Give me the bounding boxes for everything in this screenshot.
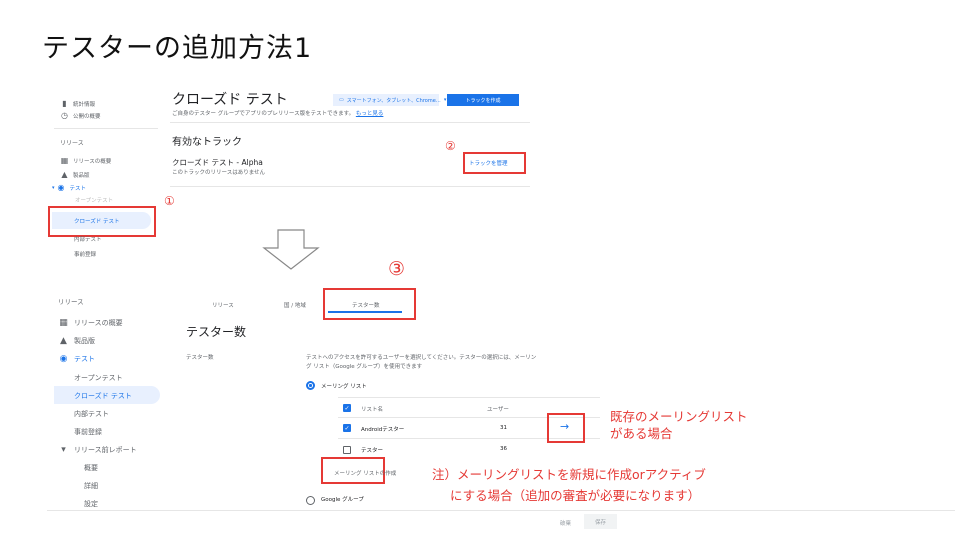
footer-divider xyxy=(47,510,955,511)
sidebar-subitem-closed-testing[interactable]: クローズド テスト xyxy=(74,391,132,401)
testing-icon: ◉ xyxy=(57,183,65,192)
sidebar-item-label: 製品版 xyxy=(74,337,95,345)
instructions-line-2: グ リスト（Google グループ）を使用できます xyxy=(306,364,423,370)
grid-icon: ▦ xyxy=(60,156,69,165)
email-list-radio[interactable] xyxy=(306,381,315,390)
sidebar-item-production[interactable]: ▲ 製品版 xyxy=(58,336,95,346)
bar-chart-icon: ▮ xyxy=(62,99,67,108)
sidebar-subitem-overview[interactable]: 概要 xyxy=(84,463,98,473)
sidebar-item-release-overview[interactable]: ▦ リリースの概要 xyxy=(58,318,123,328)
annotation-number-1: ① xyxy=(164,194,175,208)
testers-heading: テスター数 xyxy=(186,325,247,339)
annotation-note-line-1: 注）メーリングリストを新規に作成orアクティブ xyxy=(432,467,706,482)
sidebar-item-label: テスト xyxy=(69,185,87,192)
bundle-icon: ▲ xyxy=(61,170,68,179)
create-email-list-button[interactable]: メーリング リストの作成 xyxy=(334,469,396,477)
tab-release[interactable]: リリース xyxy=(212,301,234,309)
divider xyxy=(54,128,158,129)
sidebar-item-statistics[interactable]: ▮ 統計情報 xyxy=(60,99,95,108)
sidebar-subitem-pre-registration[interactable]: 事前登録 xyxy=(74,250,96,258)
sidebar-item-label: 製品版 xyxy=(73,172,90,179)
annotation-number-2: ② xyxy=(445,139,456,153)
annotation-note-line-2: にする場合（追加の審査が必要になります） xyxy=(450,488,701,503)
arrow-right-icon: → xyxy=(560,420,570,433)
device-filter-dropdown[interactable]: ▭ スマートフォン、タブレット、Chrome… ▾ xyxy=(333,94,446,106)
track-name: クローズド テスト - Alpha xyxy=(172,158,263,167)
sidebar-subitem-open-testing[interactable]: オープンテスト xyxy=(74,373,123,383)
caret-down-icon: ▾ xyxy=(52,184,55,191)
annotation-number-3: ③ xyxy=(388,258,406,280)
google-group-radio[interactable] xyxy=(306,496,315,505)
sidebar-item-label: 統計情報 xyxy=(73,101,96,108)
down-arrow-icon xyxy=(262,229,320,270)
sidebar-item-testing[interactable]: ▾ ◉ テスト xyxy=(52,183,86,192)
sidebar-item-label: リリース前レポート xyxy=(74,446,137,454)
sidebar-subitem-internal-testing[interactable]: 内部テスト xyxy=(74,409,109,419)
save-button[interactable]: 保存 xyxy=(584,514,617,529)
device-icon: ▭ xyxy=(339,97,344,103)
annotation-box-1 xyxy=(48,206,156,237)
slide-title: テスターの追加方法1 xyxy=(42,33,313,64)
tab-countries[interactable]: 国 / 地域 xyxy=(284,301,306,309)
sidebar-subitem-settings[interactable]: 設定 xyxy=(84,499,98,509)
select-all-checkbox[interactable]: ✓ xyxy=(343,404,351,412)
sidebar-subitem-internal-testing[interactable]: 内部テスト xyxy=(74,235,102,243)
list-name-testers: テスター xyxy=(361,448,384,454)
bundle-icon: ▲ xyxy=(60,336,67,346)
divider xyxy=(170,186,530,187)
sidebar-section-release: リリース xyxy=(60,140,84,147)
create-track-button[interactable]: トラックを作成 xyxy=(447,94,519,106)
google-group-option-label: Google グループ xyxy=(321,497,364,503)
table-divider xyxy=(338,397,600,398)
sidebar-item-production[interactable]: ▲ 製品版 xyxy=(60,170,90,179)
list-name-android-testers: Androidテスター xyxy=(361,427,405,433)
instructions-line-1: テストへのアクセスを許可するユーザーを選択してください。テスターの選択には、メー… xyxy=(306,355,537,361)
sidebar-item-release-overview[interactable]: ▦ リリースの概要 xyxy=(60,156,112,165)
sidebar-item-label: リリースの概要 xyxy=(73,158,112,165)
page-title-closed-testing: クローズド テスト xyxy=(172,92,288,108)
sidebar-item-label: テスト xyxy=(74,355,95,363)
annotation-existing-list-2: がある場合 xyxy=(610,426,673,441)
caret-down-icon: ▾ xyxy=(61,445,66,455)
row-checkbox-android-testers[interactable]: ✓ xyxy=(343,424,351,432)
column-header-list-name: リスト名 xyxy=(361,407,384,413)
sidebar-item-label: 公開の概要 xyxy=(73,113,101,120)
active-tracks-heading: 有効なトラック xyxy=(172,137,242,148)
sidebar-item-label: リリースの概要 xyxy=(74,319,123,327)
testers-label: テスター数 xyxy=(186,355,214,361)
sidebar-section-release: リリース xyxy=(58,298,84,306)
chevron-down-icon: ▾ xyxy=(443,97,447,103)
grid-icon: ▦ xyxy=(59,318,68,328)
column-header-users: ユーザー xyxy=(487,407,509,413)
sidebar-subitem-open-testing[interactable]: オープンテスト xyxy=(75,196,113,204)
sidebar-subitem-details[interactable]: 詳細 xyxy=(84,481,98,491)
description-text: ご自身のテスター グループでアプリのプレリリース版をテストできます。 xyxy=(172,111,355,117)
email-list-option-label: メーリング リスト xyxy=(321,384,367,390)
discard-button[interactable]: 破棄 xyxy=(560,519,571,527)
overview-icon: ◷ xyxy=(61,111,68,120)
manage-track-button[interactable]: トラックを管理 xyxy=(469,159,508,167)
testing-icon: ◉ xyxy=(59,354,68,364)
list-users-android-testers: 31 xyxy=(500,425,507,431)
row-checkbox-testers[interactable] xyxy=(343,446,351,454)
device-filter-label: スマートフォン、タブレット、Chrome… xyxy=(346,97,441,104)
page-description: ご自身のテスター グループでアプリのプレリリース版をテストできます。 もっと見る xyxy=(172,109,383,117)
sidebar-item-publishing-overview[interactable]: ◷ 公開の概要 xyxy=(60,111,101,120)
sidebar-item-testing[interactable]: ◉ テスト xyxy=(58,354,95,364)
track-note: このトラックのリリースはありません xyxy=(172,170,266,176)
list-users-testers: 36 xyxy=(500,446,507,452)
learn-more-link[interactable]: もっと見る xyxy=(356,111,384,117)
annotation-box-3 xyxy=(323,288,416,320)
sidebar-item-pre-launch-report[interactable]: ▾ リリース前レポート xyxy=(58,445,137,455)
sidebar-subitem-pre-registration[interactable]: 事前登録 xyxy=(74,427,102,437)
divider xyxy=(170,122,530,123)
